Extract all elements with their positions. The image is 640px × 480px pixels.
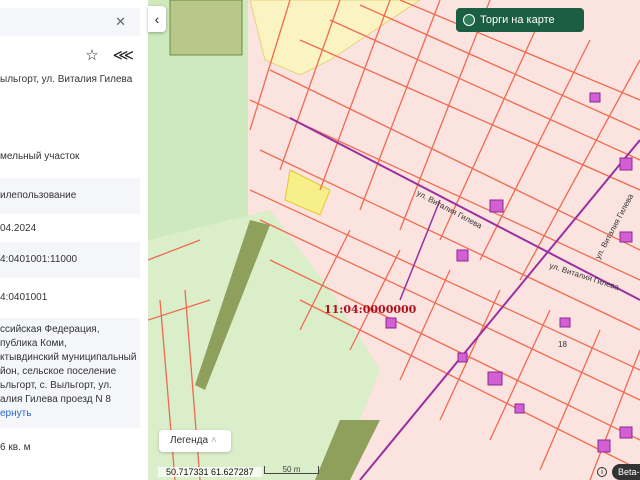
map-canvas[interactable]: ул. Виталия Гилева ул. Виталия Гилева ул… (148, 0, 640, 480)
address-line: ссийская Федерация, (0, 324, 100, 335)
scale-bar: 50 m (264, 466, 319, 474)
permitted-use-value: илепользование (0, 190, 77, 201)
beta-badge: Beta-в (612, 464, 640, 480)
map-layer (148, 0, 640, 480)
yellow-zone (249, 0, 421, 76)
selected-parcel (284, 169, 331, 216)
legend-label: Легенда (170, 435, 209, 446)
address-line: ьльгорт, с. Выльгорт, ул. (0, 380, 112, 391)
permitted-use: илепользование (0, 178, 140, 214)
address-line: публика Коми, (0, 338, 67, 349)
cad-number: 4:0401001:11000 (0, 242, 140, 278)
close-icon[interactable]: ✕ (115, 14, 126, 30)
chevron-left-icon: ‹ (154, 11, 160, 27)
field-area (169, 0, 243, 56)
panel-header: ✕ (0, 8, 140, 36)
toggle-icon (463, 14, 475, 26)
house-number: 18 (558, 340, 567, 349)
cad-quarter: 4:0401001 (0, 292, 48, 303)
parcel-type: мельный участок (0, 151, 80, 162)
cadastral-quarter-label: 11:04:0000000 (324, 303, 417, 316)
cad-number-value: 4:0401001:11000 (0, 254, 78, 265)
parcel-info-panel: ✕ ☆ ⋘ ыльгорт, ул. Виталия Гилева мельный… (0, 0, 148, 480)
chevron-up-icon: ˄ (210, 435, 217, 446)
coordinates-readout: 50.717331 61.627287 (158, 467, 262, 477)
full-address: ссийская Федерация, публика Коми, ктывди… (0, 318, 140, 428)
area: 6 кв. м (0, 442, 31, 453)
address-line: алия Гилева проезд N 8 (0, 394, 111, 405)
legend-button[interactable]: Легенда ˄ (159, 430, 231, 452)
info-icon[interactable]: i (597, 467, 607, 477)
address-line: ктывдинский муниципальный (0, 352, 137, 363)
date: 04.2024 (0, 223, 37, 234)
share-icon[interactable]: ⋘ (113, 46, 134, 64)
address-line: йон, сельское поселение (0, 366, 117, 377)
star-icon[interactable]: ☆ (85, 46, 98, 64)
torgi-button[interactable]: Торги на карте (456, 8, 584, 32)
collapse-panel-button[interactable]: ‹ (148, 6, 166, 32)
collapse-link[interactable]: ернуть (0, 407, 140, 421)
address: ыльгорт, ул. Виталия Гилева (0, 74, 133, 85)
torgi-label: Торги на карте (480, 14, 555, 26)
